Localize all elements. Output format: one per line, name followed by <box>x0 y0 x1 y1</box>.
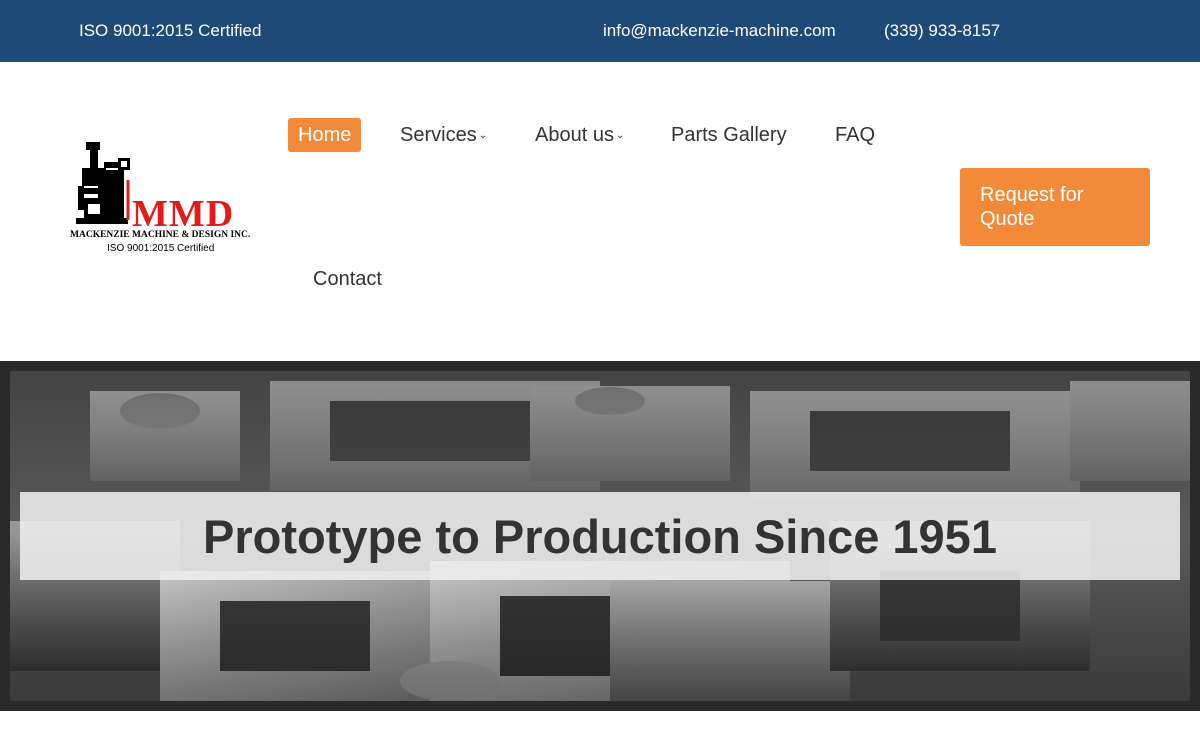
phone-link[interactable]: (339) 933-8157 <box>884 21 1000 41</box>
nav-about[interactable]: About us ⌄ <box>535 118 624 152</box>
nav-faq[interactable]: FAQ <box>835 118 875 152</box>
top-contact-bar: ISO 9001:2015 Certified info@mackenzie-m… <box>0 0 1200 62</box>
nav-parts-gallery-label: Parts Gallery <box>671 124 787 146</box>
request-quote-line2: Quote <box>980 208 1035 230</box>
hero-banner: Prototype to Production Since 1951 <box>20 492 1180 580</box>
nav-parts-gallery[interactable]: Parts Gallery <box>671 118 787 152</box>
nav-contact-label: Contact <box>313 268 382 290</box>
nav-home-label: Home <box>298 124 352 146</box>
nav-home[interactable]: Home <box>288 118 362 152</box>
request-quote-button[interactable]: Request for Quote <box>960 168 1150 246</box>
logo-company-name: MACKENZIE MACHINE & DESIGN INC. <box>70 230 251 240</box>
chevron-down-icon: ⌄ <box>478 130 488 141</box>
hero-title: Prototype to Production Since 1951 <box>203 509 997 563</box>
chevron-down-icon: ⌄ <box>615 130 625 141</box>
email-link[interactable]: info@mackenzie-machine.com <box>603 21 836 41</box>
hero-section: Prototype to Production Since 1951 <box>0 361 1200 711</box>
logo-certification: ISO 9001:2015 Certified <box>107 243 215 254</box>
certification-text: ISO 9001:2015 Certified <box>79 21 262 40</box>
nav-services[interactable]: Services ⌄ <box>400 118 487 152</box>
company-logo[interactable]: MMD MACKENZIE MACHINE & DESIGN INC. ISO … <box>68 140 260 258</box>
nav-services-label: Services <box>400 124 477 146</box>
nav-contact[interactable]: Contact <box>313 262 382 296</box>
site-header: MMD MACKENZIE MACHINE & DESIGN INC. ISO … <box>0 62 1200 361</box>
page-bottom-strip <box>0 711 1200 750</box>
request-quote-line1: Request for <box>980 184 1084 206</box>
nav-about-label: About us <box>535 124 614 146</box>
nav-faq-label: FAQ <box>835 124 876 146</box>
